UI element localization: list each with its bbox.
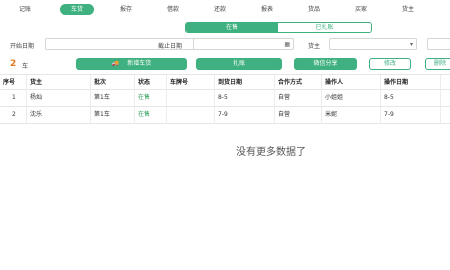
truck-icon: 🚚 [111,60,120,67]
cell-batch: 第1车 [91,90,135,106]
cell-arrival-date: 7-9 [215,107,275,123]
nav-tab-goods[interactable]: 货品 [303,4,325,15]
column-header-index: 序号 [0,75,27,91]
cell-batch: 第1车 [91,107,135,123]
add-car-goods-label: 新增车货 [127,60,152,67]
cell-operate-date: 8-5 [381,90,441,106]
column-header-plate: 车牌号 [167,75,215,91]
cell-status: 在售 [135,90,167,106]
cell-cooperation: 自营 [275,90,322,106]
chevron-down-icon: ▾ [409,41,413,48]
column-header-owner: 货主 [27,75,91,91]
column-header-status: 状态 [135,75,167,91]
cell-operator: 米妮 [322,107,381,123]
vehicle-count: 2 [10,59,17,69]
cell-operate-date: 7-9 [381,107,441,123]
edit-button[interactable]: 修改 [369,58,411,70]
vehicle-count-unit: 车 [22,63,29,70]
column-header-operator: 操作人 [322,75,381,91]
table-row[interactable]: 2 沈乐 第1车 在售 7-9 自营 米妮 7-9 [0,107,450,124]
owner-label: 货主 [308,43,321,50]
delete-button[interactable]: 删除 [425,58,450,70]
nav-tab-car-goods[interactable]: 车货 [60,4,94,15]
top-nav: 记账 车货 报存 借款 还款 报表 货品 买家 货主 [0,2,450,16]
settle-button[interactable]: 扎账 [196,58,282,70]
column-header-operate-date: 操作日期 [381,75,441,91]
column-header-arrival-date: 到货日期 [215,75,275,91]
status-toggle: 在售 已扎账 [185,22,372,33]
owner-select[interactable]: ▾ [329,38,417,50]
cell-operator: 小姐姐 [322,90,381,106]
nav-tab-repay[interactable]: 还款 [209,4,231,15]
tab-settled[interactable]: 已扎账 [278,23,371,32]
end-date-input[interactable]: ▦ [193,38,294,50]
add-car-goods-button[interactable]: 🚚 新增车货 [76,58,187,70]
column-header-batch: 批次 [91,75,135,91]
end-date-label: 截止日期 [158,43,183,50]
column-header-cooperation: 合作方式 [275,75,322,91]
cell-owner: 杨灿 [27,90,91,106]
cell-index: 2 [0,107,27,123]
cell-arrival-date: 8-5 [215,90,275,106]
no-more-data-text: 没有更多数据了 [236,147,306,158]
cell-status: 在售 [135,107,167,123]
table-row[interactable]: 1 杨灿 第1车 在售 8-5 自营 小姐姐 8-5 [0,90,450,107]
cell-plate [167,107,215,123]
start-date-label: 开始日期 [10,43,35,50]
cell-plate [167,90,215,106]
cell-index: 1 [0,90,27,106]
nav-tab-bookkeeping[interactable]: 记账 [14,4,36,15]
calendar-icon: ▦ [284,41,290,48]
nav-tab-buyers[interactable]: 买家 [350,4,372,15]
cell-owner: 沈乐 [27,107,91,123]
nav-tab-stock[interactable]: 报存 [115,4,137,15]
filter-extra-box[interactable] [427,38,450,50]
table-header: 序号 货主 批次 状态 车牌号 到货日期 合作方式 操作人 操作日期 [0,74,450,91]
tab-on-sale[interactable]: 在售 [186,23,278,32]
wechat-share-button[interactable]: 微信分享 [294,58,357,70]
cell-cooperation: 自营 [275,107,322,123]
nav-tab-loan[interactable]: 借款 [162,4,184,15]
nav-tab-owners[interactable]: 货主 [397,4,419,15]
nav-tab-report[interactable]: 报表 [256,4,278,15]
